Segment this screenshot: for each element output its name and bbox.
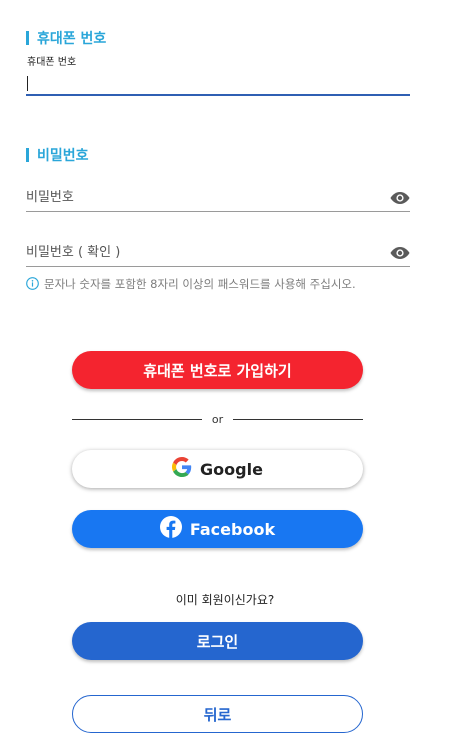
back-button-label: 뒤로 [203, 705, 232, 724]
facebook-button-label: Facebook [189, 519, 276, 539]
password-hint: 문자나 숫자를 포함한 8자리 이상의 패스워드를 사용해 주십시오. [26, 276, 410, 294]
facebook-login-button[interactable]: Facebook [72, 510, 363, 548]
signup-button-label: 휴대폰 번호로 가입하기 [143, 361, 292, 380]
eye-icon[interactable] [390, 191, 410, 205]
already-member-text: 이미 회원이신가요? [175, 593, 275, 607]
phone-section-title-text: 휴대폰 번호 [37, 31, 107, 47]
login-button-label: 로그인 [196, 632, 239, 651]
section-accent-bar [26, 148, 29, 162]
facebook-logo-icon [159, 516, 182, 542]
text-caret [27, 76, 28, 91]
phone-field-label: 휴대폰 번호 [27, 57, 77, 68]
password-section-title: 비밀번호 [26, 145, 89, 165]
password-input[interactable] [26, 190, 390, 205]
divider-line [233, 418, 364, 420]
phone-section-title: 휴대폰 번호 [26, 28, 106, 48]
password-confirm-field [26, 239, 410, 267]
info-circle-icon [26, 277, 39, 294]
section-accent-bar [26, 31, 29, 45]
divider-line [72, 418, 202, 420]
password-confirm-input[interactable] [26, 245, 390, 260]
or-text: or [211, 412, 224, 426]
google-logo-icon [172, 457, 192, 481]
or-divider: or [72, 411, 364, 427]
google-login-button[interactable]: Google [72, 450, 363, 488]
back-button[interactable]: 뒤로 [72, 695, 363, 733]
signup-with-phone-button[interactable]: 휴대폰 번호로 가입하기 [72, 351, 363, 389]
phone-input[interactable] [26, 70, 410, 96]
password-field [26, 184, 410, 212]
password-section-title-text: 비밀번호 [37, 148, 89, 164]
password-hint-text: 문자나 숫자를 포함한 8자리 이상의 패스워드를 사용해 주십시오. [44, 277, 356, 291]
google-button-label: Google [200, 459, 263, 479]
login-button[interactable]: 로그인 [72, 622, 363, 660]
eye-icon[interactable] [390, 246, 410, 260]
